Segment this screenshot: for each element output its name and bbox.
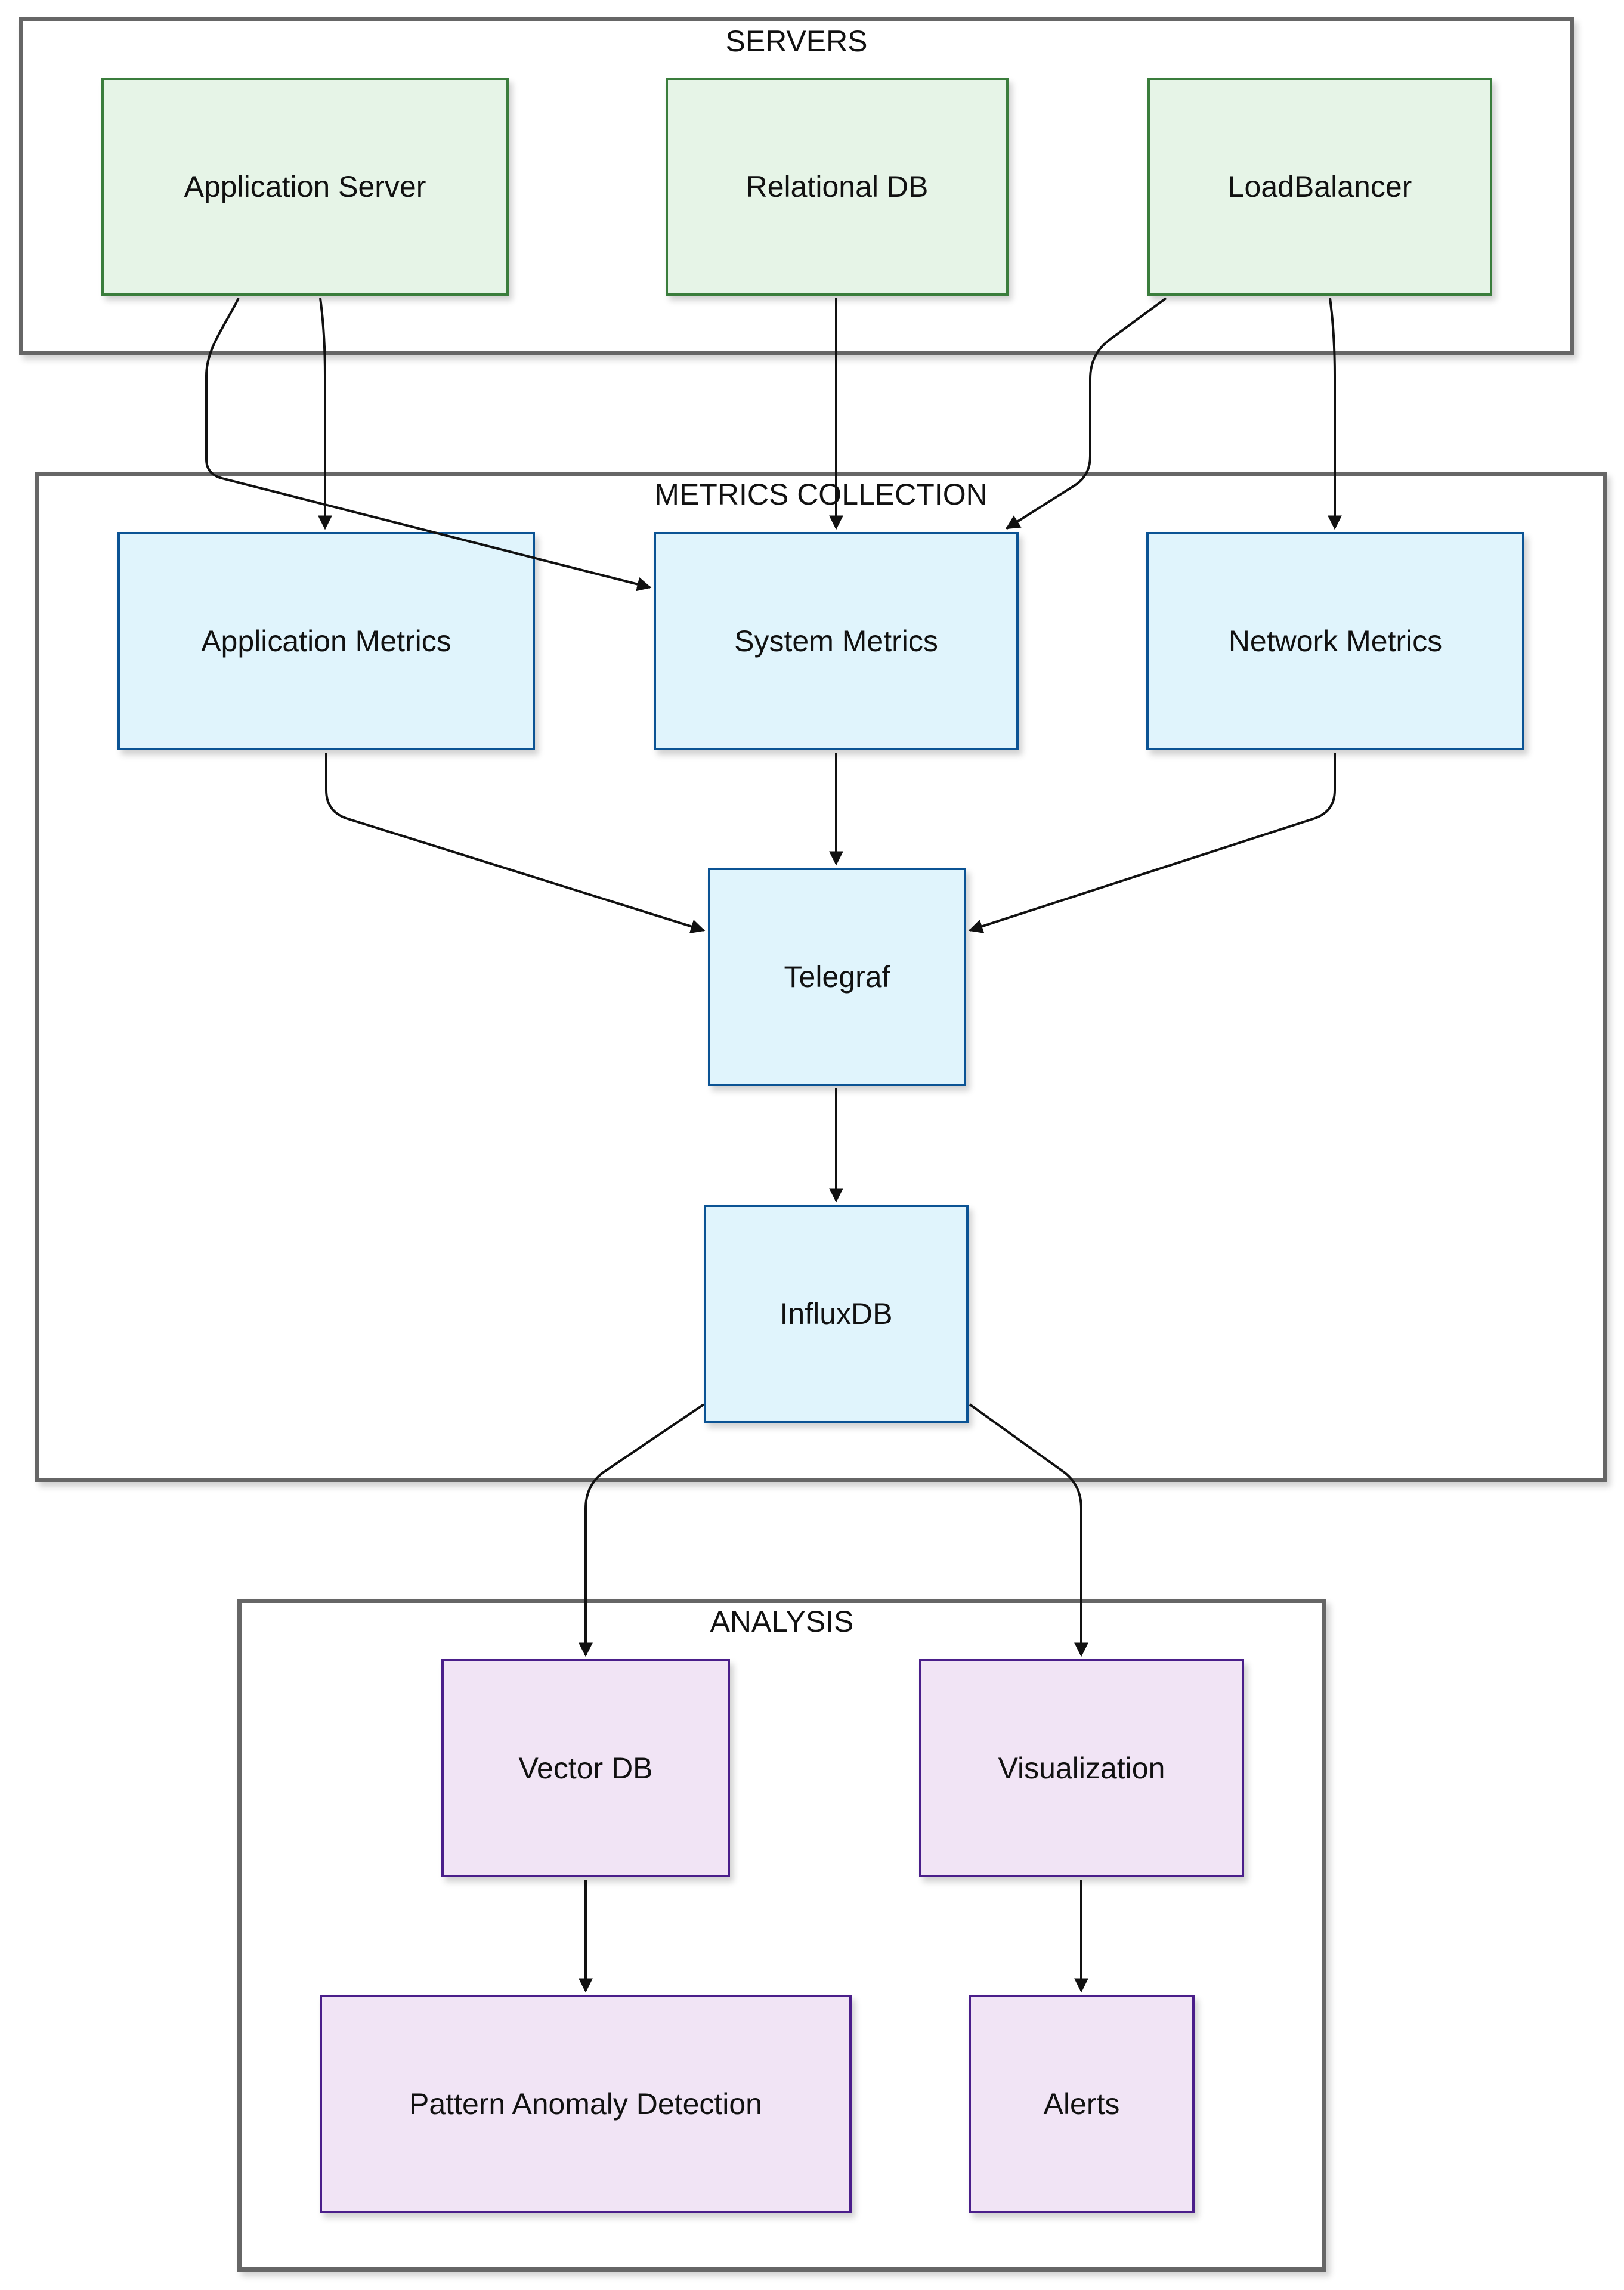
node-vector-db[interactable]: Vector DB bbox=[441, 1659, 730, 1877]
node-label: InfluxDB bbox=[779, 1297, 893, 1330]
node-application-metrics[interactable]: Application Metrics bbox=[117, 532, 535, 750]
node-label: System Metrics bbox=[734, 624, 938, 658]
node-label: LoadBalancer bbox=[1227, 170, 1412, 203]
node-label: Application Metrics bbox=[201, 624, 451, 658]
node-network-metrics[interactable]: Network Metrics bbox=[1146, 532, 1524, 750]
node-load-balancer[interactable]: LoadBalancer bbox=[1147, 78, 1492, 296]
node-visualization[interactable]: Visualization bbox=[919, 1659, 1244, 1877]
node-system-metrics[interactable]: System Metrics bbox=[654, 532, 1019, 750]
node-application-server[interactable]: Application Server bbox=[101, 78, 509, 296]
node-label: Telegraf bbox=[784, 960, 890, 994]
node-label: Vector DB bbox=[518, 1751, 653, 1785]
node-telegraf[interactable]: Telegraf bbox=[708, 868, 966, 1086]
node-relational-db[interactable]: Relational DB bbox=[666, 78, 1009, 296]
node-label: Relational DB bbox=[746, 170, 929, 203]
node-label: Network Metrics bbox=[1228, 624, 1443, 658]
node-label: Alerts bbox=[1043, 2087, 1120, 2121]
node-influxdb[interactable]: InfluxDB bbox=[704, 1205, 969, 1423]
node-pattern-anomaly-detection[interactable]: Pattern Anomaly Detection bbox=[320, 1995, 852, 2213]
node-label: Visualization bbox=[998, 1751, 1165, 1785]
node-alerts[interactable]: Alerts bbox=[969, 1995, 1195, 2213]
group-title-servers: SERVERS bbox=[725, 24, 868, 58]
node-label: Pattern Anomaly Detection bbox=[409, 2087, 762, 2121]
group-title-metrics-collection: METRICS COLLECTION bbox=[654, 478, 988, 511]
group-title-analysis: ANALYSIS bbox=[710, 1605, 854, 1638]
node-label: Application Server bbox=[184, 170, 426, 203]
